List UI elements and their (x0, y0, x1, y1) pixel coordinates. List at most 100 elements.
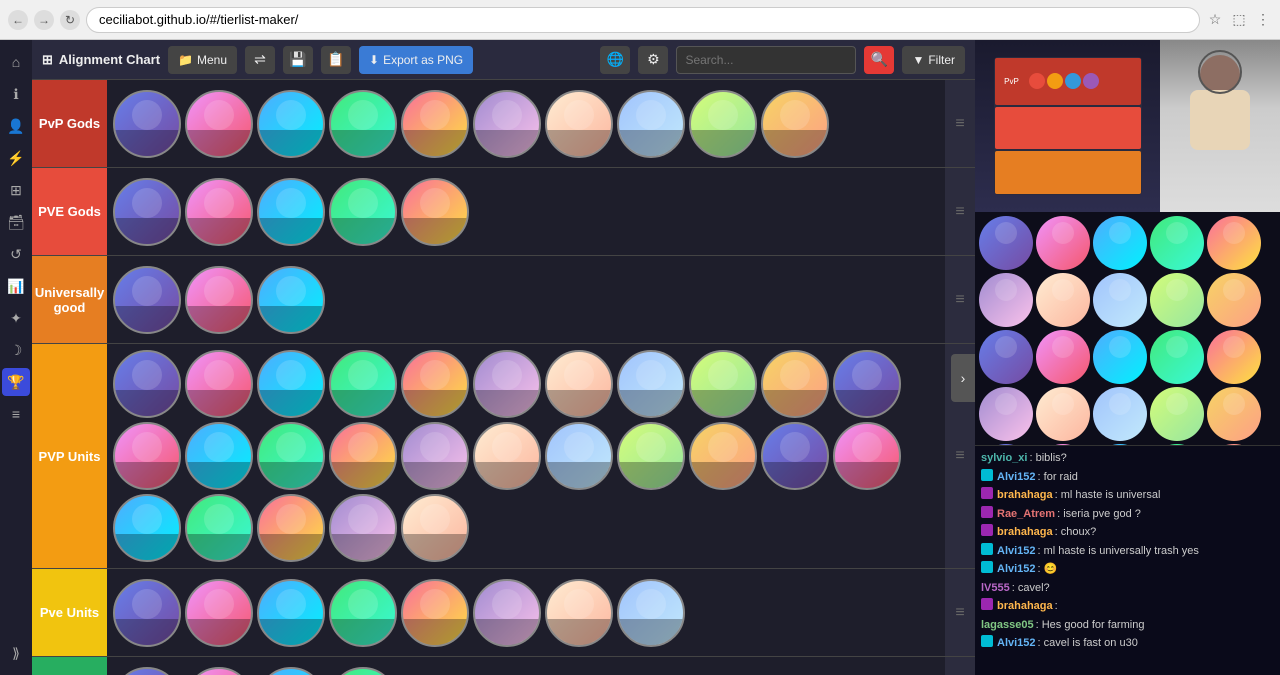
tier-drag-handle-pve-gods[interactable]: ≡ (945, 168, 975, 255)
export-button[interactable]: ⬇ Export as PNG (359, 46, 473, 74)
tier-avatar[interactable] (473, 350, 541, 418)
grid-avatar[interactable] (979, 387, 1033, 441)
tier-avatar[interactable] (473, 90, 541, 158)
tier-avatar[interactable] (185, 494, 253, 562)
sidebar-star-icon[interactable]: ✦ (2, 304, 30, 332)
refresh-button[interactable]: ↻ (60, 10, 80, 30)
tier-avatar[interactable] (113, 350, 181, 418)
tier-avatar[interactable] (761, 90, 829, 158)
tier-avatar[interactable] (617, 422, 685, 490)
tier-avatar[interactable] (185, 667, 253, 675)
sidebar-home-icon[interactable]: ⌂ (2, 48, 30, 76)
tier-avatar[interactable] (329, 422, 397, 490)
sidebar-grid-icon[interactable]: ⊞ (2, 176, 30, 204)
tier-avatar[interactable] (113, 494, 181, 562)
back-button[interactable]: ← (8, 10, 28, 30)
tier-avatar[interactable] (401, 579, 469, 647)
tier-avatar[interactable] (401, 422, 469, 490)
grid-avatar[interactable] (1150, 387, 1204, 441)
tier-avatar[interactable] (473, 422, 541, 490)
tier-avatar[interactable] (545, 422, 613, 490)
tier-avatar[interactable] (257, 422, 325, 490)
tier-avatar[interactable] (401, 494, 469, 562)
grid-avatar[interactable] (1150, 273, 1204, 327)
tier-avatar[interactable] (257, 90, 325, 158)
tier-avatar[interactable] (329, 494, 397, 562)
tier-avatar[interactable] (401, 178, 469, 246)
tier-avatar[interactable] (401, 90, 469, 158)
grid-avatar[interactable] (1150, 330, 1204, 384)
tier-drag-handle-pvp-gods[interactable]: ≡ (945, 80, 975, 167)
sidebar-moon-icon[interactable]: ☽ (2, 336, 30, 364)
tier-avatar[interactable] (113, 178, 181, 246)
tier-avatar[interactable] (257, 266, 325, 334)
tier-avatar[interactable] (185, 579, 253, 647)
tier-avatar[interactable] (329, 350, 397, 418)
tier-avatar[interactable] (761, 422, 829, 490)
bookmark-icon[interactable]: ☆ (1206, 11, 1224, 29)
tier-avatar[interactable] (257, 579, 325, 647)
grid-avatar[interactable] (1093, 387, 1147, 441)
tier-avatar[interactable] (545, 90, 613, 158)
sidebar-list-icon[interactable]: ≡ (2, 400, 30, 428)
copy-button[interactable]: 📋 (321, 46, 351, 74)
forward-button[interactable]: → (34, 10, 54, 30)
grid-avatar[interactable] (1036, 216, 1090, 270)
grid-avatar[interactable] (1093, 216, 1147, 270)
settings-button[interactable]: ⚙ (638, 46, 668, 74)
grid-avatar[interactable] (1150, 216, 1204, 270)
grid-avatar[interactable] (1093, 330, 1147, 384)
sidebar-history-icon[interactable]: ↺ (2, 240, 30, 268)
filter-button[interactable]: ▼ Filter (902, 46, 965, 74)
swap-button[interactable]: ⇌ (245, 46, 275, 74)
grid-avatar[interactable] (1036, 330, 1090, 384)
grid-avatar[interactable] (1207, 273, 1261, 327)
tier-avatar[interactable] (401, 350, 469, 418)
tier-avatar[interactable] (257, 667, 325, 675)
tier-avatar[interactable] (185, 350, 253, 418)
tier-avatar[interactable] (617, 579, 685, 647)
tier-avatar[interactable] (257, 178, 325, 246)
grid-avatar[interactable] (1036, 273, 1090, 327)
tier-avatar[interactable] (689, 90, 757, 158)
grid-avatar[interactable] (1093, 273, 1147, 327)
menu-icon[interactable]: ⋮ (1254, 11, 1272, 29)
menu-button[interactable]: 📁 Menu (168, 46, 237, 74)
tier-avatar[interactable] (185, 178, 253, 246)
grid-avatar[interactable] (1036, 387, 1090, 441)
tier-avatar[interactable] (185, 90, 253, 158)
expand-arrow[interactable]: › (951, 354, 975, 402)
tier-avatar[interactable] (257, 350, 325, 418)
search-button[interactable]: 🔍 (864, 46, 894, 74)
tier-avatar[interactable] (833, 422, 901, 490)
tier-avatar[interactable] (545, 350, 613, 418)
save-button[interactable]: 💾 (283, 46, 313, 74)
tier-avatar[interactable] (473, 579, 541, 647)
grid-avatar[interactable] (979, 330, 1033, 384)
grid-avatar[interactable] (979, 216, 1033, 270)
tier-avatar[interactable] (185, 266, 253, 334)
tier-avatar[interactable] (329, 90, 397, 158)
sidebar-lightning-icon[interactable]: ⚡ (2, 144, 30, 172)
tier-avatar[interactable] (113, 667, 181, 675)
tier-avatar[interactable] (113, 579, 181, 647)
tier-drag-handle-overshadowed[interactable]: ≡ (945, 657, 975, 675)
tier-avatar[interactable] (113, 422, 181, 490)
extensions-icon[interactable]: ⬚ (1230, 11, 1248, 29)
tier-avatar[interactable] (257, 494, 325, 562)
sidebar-db-icon[interactable]: 🗃 (2, 208, 30, 236)
grid-avatar[interactable] (1207, 387, 1261, 441)
sidebar-chart-icon[interactable]: 📊 (2, 272, 30, 300)
tier-avatar[interactable] (833, 350, 901, 418)
globe-button[interactable]: 🌐 (600, 46, 630, 74)
tier-avatar[interactable] (617, 90, 685, 158)
tier-avatar[interactable] (329, 667, 397, 675)
sidebar-info-icon[interactable]: ℹ (2, 80, 30, 108)
tier-avatar[interactable] (329, 579, 397, 647)
tier-drag-handle-universally[interactable]: ≡ (945, 256, 975, 343)
sidebar-trophy-icon[interactable]: 🏆 (2, 368, 30, 396)
tier-avatar[interactable] (329, 178, 397, 246)
grid-avatar[interactable] (1207, 216, 1261, 270)
tier-avatar[interactable] (617, 350, 685, 418)
tier-avatar[interactable] (689, 350, 757, 418)
